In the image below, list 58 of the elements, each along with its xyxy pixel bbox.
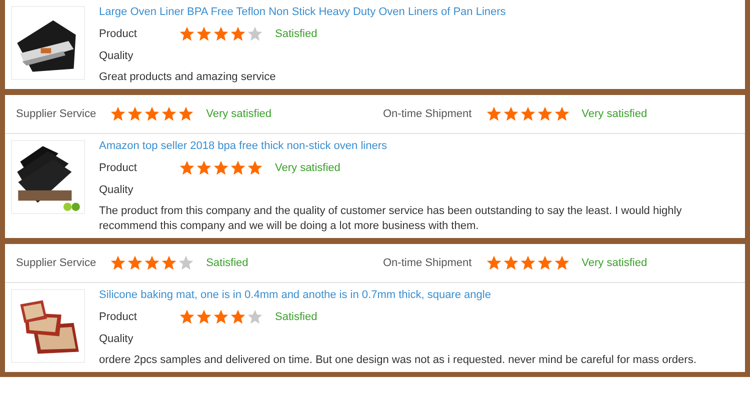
- rating-label: Product: [99, 162, 138, 174]
- star-icon: [161, 255, 178, 271]
- star-icon: [554, 255, 570, 271]
- star-icon: [144, 106, 160, 122]
- product-link[interactable]: Silicone baking mat, one is in 0.4mm and anothe is in 0.7mm thick, square angle: [99, 289, 739, 301]
- rating-verdict: Satisfied: [275, 28, 318, 40]
- review-text: The product from this company and the quality of customer service has been outstanding to say the least. I would highly recommend this company and we will be doing a lot more business with them.: [99, 204, 683, 234]
- star-icon: [486, 255, 502, 271]
- star-icon: [213, 309, 229, 325]
- rating-label: Product: [99, 28, 138, 40]
- star-icon: [520, 106, 536, 122]
- star-icon: [127, 255, 144, 271]
- star-icon: [230, 26, 246, 42]
- star-icon: [247, 160, 263, 176]
- rating-label: Supplier Service: [16, 108, 96, 120]
- star-icon: [213, 160, 229, 176]
- rating-verdict: Very satisfied: [582, 257, 648, 269]
- star-icon: [196, 309, 212, 325]
- star-icon: [554, 106, 570, 122]
- star-icon: [178, 106, 194, 122]
- product-link[interactable]: Amazon top seller 2018 bpa free thick non-stick oven liners: [99, 140, 739, 152]
- star-icon: [161, 106, 178, 122]
- star-icon: [144, 255, 160, 271]
- star-icon: [247, 26, 263, 42]
- star-icon: [127, 106, 144, 122]
- star-icon: [196, 160, 212, 176]
- rating-verdict: Very satisfied: [275, 162, 340, 174]
- star-icon: [213, 26, 229, 42]
- rating-label: On-time Shipment: [383, 257, 472, 269]
- star-icon: [520, 255, 536, 271]
- star-icon: [179, 26, 195, 42]
- star-icon: [110, 106, 126, 122]
- star-icon: [247, 309, 263, 325]
- review-text: Great products and amazing service: [99, 70, 277, 85]
- star-icon: [502, 255, 519, 271]
- star-icon: [178, 255, 194, 271]
- rating-label: Supplier Service: [16, 257, 96, 269]
- rating-verdict: Very satisfied: [582, 108, 648, 120]
- rating-label: On-time Shipment: [383, 108, 472, 120]
- rating-verdict: Very satisfied: [206, 108, 272, 120]
- rating-verdict: Satisfied: [206, 257, 248, 269]
- star-icon: [230, 309, 246, 325]
- star-icon: [179, 160, 195, 176]
- star-icon: [486, 106, 502, 122]
- rating-label: Quality: [99, 333, 134, 345]
- rating-label: Product: [99, 311, 138, 323]
- rating-verdict: Satisfied: [275, 311, 318, 323]
- review-text: ordere 2pcs samples and delivered on time. But one design was not as i requested. never mind be careful for mass orders.: [99, 353, 698, 368]
- product-link[interactable]: Large Oven Liner BPA Free Teflon Non Stick Heavy Duty Oven Liners of Pan Liners: [99, 6, 739, 18]
- star-icon: [179, 309, 195, 325]
- star-icon: [536, 106, 553, 122]
- rating-label: Quality: [99, 50, 134, 62]
- star-icon: [196, 26, 212, 42]
- star-icon: [230, 160, 246, 176]
- star-icon: [502, 106, 519, 122]
- rating-label: Quality: [99, 184, 134, 196]
- star-icon: [110, 255, 126, 271]
- star-icon: [536, 255, 553, 271]
